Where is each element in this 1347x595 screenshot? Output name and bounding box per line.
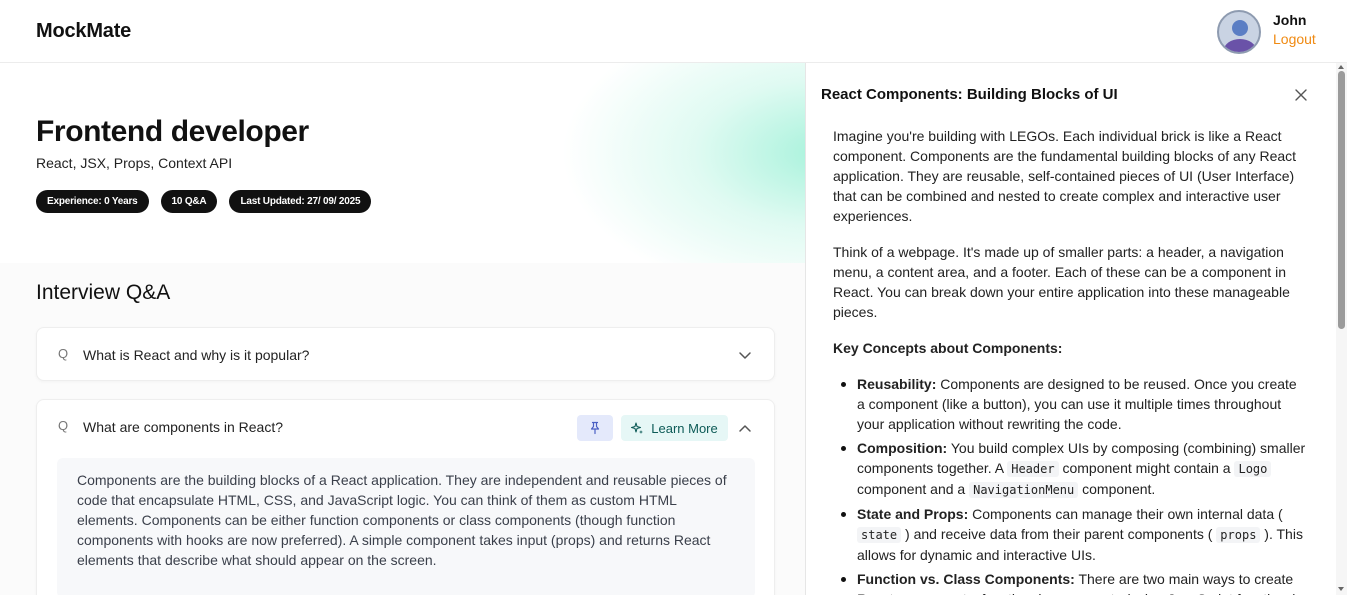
top-navbar: MockMate John Logout bbox=[0, 0, 1347, 63]
scroll-thumb[interactable] bbox=[1338, 71, 1345, 329]
drawer-title: React Components: Building Blocks of UI bbox=[821, 86, 1118, 103]
drawer-paragraph: Think of a webpage. It's made up of smal… bbox=[833, 244, 1290, 320]
scroll-up-arrow-icon[interactable] bbox=[1338, 65, 1344, 69]
drawer-paragraph: Imagine you're building with LEGOs. Each… bbox=[833, 128, 1297, 224]
session-badges: Experience: 0 Years 10 Q&A Last Updated:… bbox=[36, 190, 372, 213]
answer-text: Components are the building blocks of a … bbox=[57, 458, 755, 595]
concept-text: ) and receive data from their parent com… bbox=[901, 526, 1217, 542]
session-hero: Frontend developer React, JSX, Props, Co… bbox=[0, 63, 805, 263]
learn-more-button[interactable]: Learn More bbox=[621, 415, 728, 441]
inline-code: Logo bbox=[1234, 461, 1272, 477]
concept-text: component. bbox=[1078, 481, 1156, 497]
drawer-content: Imagine you're building with LEGOs. Each… bbox=[833, 126, 1308, 595]
list-item: Reusability: Components are designed to … bbox=[841, 374, 1308, 434]
scroll-down-arrow-icon[interactable] bbox=[1338, 587, 1344, 591]
question-marker: Q bbox=[58, 418, 69, 433]
inline-code: state bbox=[857, 527, 902, 543]
learn-more-label: Learn More bbox=[651, 420, 718, 436]
concept-text: Components can manage their own internal… bbox=[968, 506, 1283, 522]
concept-term: Reusability: bbox=[857, 376, 937, 392]
sparkle-icon bbox=[631, 421, 644, 434]
key-concepts-heading: Key Concepts about Components: bbox=[833, 340, 1063, 356]
logout-button[interactable]: Logout bbox=[1273, 31, 1316, 47]
user-avatar[interactable] bbox=[1217, 10, 1261, 54]
question-text[interactable]: What is React and why is it popular? bbox=[83, 347, 309, 363]
list-item: Function vs. Class Components: There are… bbox=[841, 569, 1308, 595]
topics-list: React, JSX, Props, Context API bbox=[36, 155, 233, 171]
concept-term: Function vs. Class Components: bbox=[857, 571, 1075, 587]
page-scrollbar[interactable] bbox=[1336, 63, 1347, 595]
pin-button[interactable] bbox=[577, 415, 613, 441]
pin-icon bbox=[590, 421, 600, 435]
inline-code: NavigationMenu bbox=[969, 482, 1079, 498]
user-name: John bbox=[1273, 12, 1307, 28]
app-logo[interactable]: MockMate bbox=[36, 20, 131, 43]
question-card[interactable]: Q What is React and why is it popular? bbox=[36, 327, 775, 381]
chevron-up-icon[interactable] bbox=[737, 421, 753, 437]
question-text[interactable]: What are components in React? bbox=[83, 419, 283, 435]
hero-gradient-glow bbox=[560, 63, 805, 263]
avatar-body-shape bbox=[1224, 39, 1256, 52]
question-card-expanded[interactable]: Q What are components in React? Learn Mo… bbox=[36, 399, 775, 595]
main-content: Frontend developer React, JSX, Props, Co… bbox=[0, 63, 805, 595]
experience-badge: Experience: 0 Years bbox=[36, 190, 149, 213]
close-icon[interactable] bbox=[1293, 87, 1309, 103]
concept-text: component might contain a bbox=[1058, 460, 1235, 476]
qa-section-title: Interview Q&A bbox=[36, 281, 171, 304]
concept-text: component and a bbox=[857, 481, 970, 497]
role-title: Frontend developer bbox=[36, 115, 309, 148]
list-item: Composition: You build complex UIs by co… bbox=[841, 438, 1308, 500]
concept-list: Reusability: Components are designed to … bbox=[833, 374, 1308, 595]
inline-code: Header bbox=[1007, 461, 1059, 477]
last-updated-badge: Last Updated: 27/ 09/ 2025 bbox=[229, 190, 372, 213]
qa-count-badge: 10 Q&A bbox=[160, 190, 218, 213]
inline-code: props bbox=[1216, 527, 1261, 543]
learn-more-drawer: React Components: Building Blocks of UI … bbox=[805, 63, 1347, 595]
list-item: State and Props: Components can manage t… bbox=[841, 504, 1308, 565]
concept-term: State and Props: bbox=[857, 506, 969, 522]
question-marker: Q bbox=[58, 346, 69, 361]
avatar-head-shape bbox=[1232, 20, 1248, 36]
chevron-down-icon[interactable] bbox=[737, 347, 753, 363]
concept-term: Composition: bbox=[857, 440, 948, 456]
